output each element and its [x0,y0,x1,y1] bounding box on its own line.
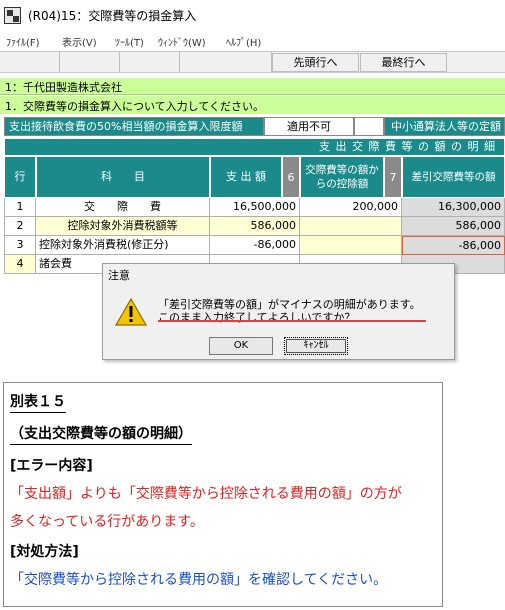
row-number: 3 [4,236,36,255]
toolbar-slot [180,52,272,72]
col-number-7: 7 [384,156,402,198]
amount-cell[interactable]: 16,500,000 [210,198,300,217]
title-bar: (R04)15：交際費等の損金算入 [0,0,505,30]
row-number: 4 [4,255,36,274]
col-header-diff: 差引交際費等の額 [402,156,505,198]
toolbar: 先頭行へ 最終行へ [0,51,505,73]
col-number-6: 6 [282,156,300,198]
grid-group-header: 支 出 交 際 費 等 の 額 の 明 細 [4,138,505,156]
toolbar-slot [60,52,120,72]
expense-grid: 支 出 交 際 費 等 の 額 の 明 細 行 科 目 支 出 額 6 交際費等… [4,138,505,282]
subject-cell: 控除対象外消費税額等 [36,217,210,236]
app-icon [4,7,21,24]
warning-dialog: 注意 「差引交際費等の額」がマイナスの明細があります。 このまま入力終了してよろ… [102,263,455,360]
fix-text: 「交際費等から控除される費用の額」を確認してください。 [10,572,388,588]
dialog-message-line2: このまま入力終了してよろしいですか？ [158,311,356,324]
deduct-cell [300,236,402,255]
cancel-button[interactable]: ｷｬﾝｾﾙ [284,337,348,355]
limit-row: 支出接待飲食費の50%相当額の損金算入限度額 適用不可 中小通算法人等の定額 [0,117,505,136]
message-underline [158,320,426,322]
limit-label: 支出接待飲食費の50%相当額の損金算入限度額 [4,117,264,136]
amount-cell[interactable]: -86,000 [210,236,300,255]
menu-window[interactable]: ｳｨﾝﾄﾞｳ(W) [158,34,206,49]
menu-bar: ﾌｧｲﾙ(F) 表示(V) ﾂｰﾙ(T) ｳｨﾝﾄﾞｳ(W) ﾍﾙﾌﾟ(H) [0,30,505,50]
window-title: (R04)15：交際費等の損金算入 [28,9,197,23]
diff-cell: 16,300,000 [402,198,505,217]
limit-value[interactable]: 適用不可 [264,117,354,136]
sme-fixed-label: 中小通算法人等の定額 [384,117,505,136]
row-number: 1 [4,198,36,217]
section-text: 1．交際費等の損金算入について入力してください。 [5,100,265,113]
company-name: 1：千代田製造株式会社 [5,81,122,94]
menu-tools[interactable]: ﾂｰﾙ(T) [115,34,144,49]
note-heading: 別表１５ [10,391,66,413]
fix-label: [対処方法] [10,544,79,560]
subject-cell[interactable]: 控除対象外消費税(修正分) [36,236,210,255]
deduct-cell [300,217,402,236]
toolbar-slot [447,52,505,72]
dialog-body: 「差引交際費等の額」がマイナスの明細があります。 このまま入力終了してよろしいで… [103,284,454,359]
menu-file[interactable]: ﾌｧｲﾙ(F) [6,34,40,49]
company-bar: 1：千代田製造株式会社 [0,78,505,95]
explanation-note: 別表１５ （支出交際費等の額の明細） [エラー内容] 「支出額」よりも「交際費等… [3,382,443,607]
ok-button[interactable]: OK [209,337,273,355]
limit-spacer [354,117,384,136]
col-header-subject: 科 目 [36,156,210,198]
app-window: (R04)15：交際費等の損金算入 ﾌｧｲﾙ(F) 表示(V) ﾂｰﾙ(T) ｳ… [0,0,505,282]
toolbar-slot [120,52,180,72]
subject-cell[interactable]: 交 際 費 [36,198,210,217]
error-text-line1: 「支出額」よりも「交際費等から控除される費用の額」の方が [10,486,402,502]
col-header-amount: 支 出 額 [210,156,282,198]
diff-cell-negative: -86,000 [402,236,505,255]
section-instruction: 1．交際費等の損金算入について入力してください。 [0,96,505,114]
last-row-button[interactable]: 最終行へ [360,53,447,72]
deduct-cell[interactable]: 200,000 [300,198,402,217]
amount-cell: 586,000 [210,217,300,236]
col-header-deduct: 交際費等の額からの控除額 [300,156,384,198]
diff-cell: 586,000 [402,217,505,236]
toolbar-slot [0,52,60,72]
menu-help[interactable]: ﾍﾙﾌﾟ(H) [226,34,261,49]
menu-view[interactable]: 表示(V) [62,34,97,49]
row-number: 2 [4,217,36,236]
dialog-title: 注意 [108,269,130,282]
error-text-line2: 多くなっている行があります。 [10,514,204,530]
error-label: [エラー内容] [10,458,93,474]
warning-icon [115,298,147,326]
col-header-row: 行 [4,156,36,198]
note-subheading: （支出交際費等の額の明細） [10,423,192,445]
first-row-button[interactable]: 先頭行へ [272,53,359,72]
